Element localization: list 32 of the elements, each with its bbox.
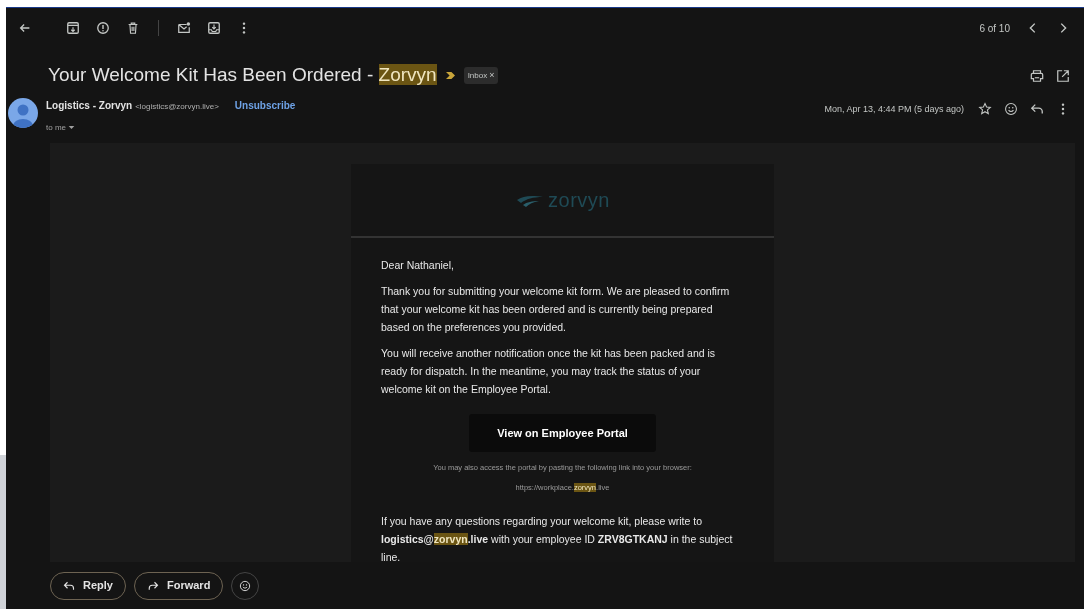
- inbox-tray-icon: [207, 21, 221, 35]
- envelope-icon: [177, 21, 191, 35]
- remove-label-button[interactable]: ×: [487, 68, 495, 83]
- avatar: [8, 98, 38, 128]
- printer-icon: [1030, 68, 1044, 83]
- importance-marker-icon[interactable]: [444, 71, 456, 80]
- greeting-text: Dear Nathaniel,: [381, 258, 455, 273]
- email-subject: Your Welcome Kit Has Been Ordered - Zorvyn: [48, 63, 437, 88]
- star-icon: [978, 102, 992, 116]
- exclamation-circle-icon: [96, 21, 110, 35]
- archive-icon: [66, 21, 80, 35]
- forward-arrow-icon: [146, 579, 159, 592]
- message-position: 6 of 10: [979, 21, 1010, 36]
- trash-icon: [126, 21, 140, 35]
- smiley-icon: [1004, 102, 1018, 116]
- inbox-label: Inbox ×: [463, 66, 499, 85]
- smiley-icon: [239, 579, 252, 592]
- unsubscribe-link[interactable]: Unsubscribe: [234, 98, 296, 113]
- sender-name: Logistics - Zorvyn: [46, 99, 133, 113]
- back-arrow-icon: [18, 21, 32, 35]
- portal-button[interactable]: View on Employee Portal: [469, 414, 656, 452]
- sender-address: <logistics@zorvyn.live>: [135, 101, 219, 113]
- body-paragraph: You will receive another notification once the kit has been packed and is ready for dispatch. In the meantime, you may track the status of your welcome kit on the Employee Portal.: [381, 346, 717, 397]
- body-paragraph: Thank you for submitting your welcome kit form. We are pleased to confirm that your welcome kit has been ordered and is currently being prepared based on the preferences you provided.: [381, 284, 731, 335]
- reply-arrow-icon: [63, 579, 75, 592]
- recipient-dropdown[interactable]: to me: [46, 122, 76, 134]
- open-external-icon: [1056, 68, 1070, 83]
- email-date: Mon, Apr 13, 4:44 PM (5 days ago): [824, 103, 964, 116]
- caret-icon: [68, 124, 76, 132]
- logo-text: zorvyn: [548, 188, 610, 213]
- closing-paragraph: If you have any questions regarding your welcome kit, please write to logistics@zorvyn.live with your employee ID ZRV8GTKANJ in the subject line.: [381, 514, 734, 562]
- reply-arrow-icon: [1030, 102, 1044, 116]
